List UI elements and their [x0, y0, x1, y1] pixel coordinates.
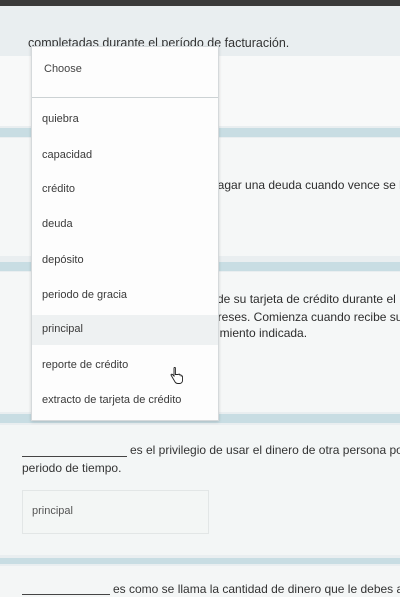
question-text-fragment: de su tarjeta de crédito durante el	[217, 292, 396, 306]
top-bar	[0, 0, 400, 6]
dropdown-option[interactable]: crédito	[32, 175, 218, 205]
dropdown-option[interactable]: quiebra	[32, 105, 218, 135]
question-text: periodo de tiempo.	[22, 461, 122, 475]
dropdown-placeholder[interactable]: Choose	[32, 47, 218, 95]
hand-pointer-icon	[170, 367, 183, 384]
question-text-fragment: ereses. Comienza cuando recibe su	[211, 310, 400, 324]
dropdown-divider	[32, 97, 218, 98]
dropdown-option[interactable]: deuda	[32, 210, 218, 240]
dropdown-option[interactable]: depósito	[32, 246, 218, 276]
question-text: es como se llama la cantidad de dinero q…	[113, 582, 400, 596]
dropdown-placeholder-label: Choose	[44, 63, 82, 75]
question-text-fragment: cimiento indicada.	[211, 326, 308, 340]
question-text-fragment: pagar una deuda cuando vence se lla	[211, 178, 400, 192]
dropdown-option-hovered[interactable]: principal	[32, 315, 218, 345]
dropdown-option[interactable]: extracto de tarjeta de crédito	[32, 386, 218, 416]
answer-select-value: principal	[32, 505, 73, 517]
answer-select[interactable]: principal	[22, 490, 209, 534]
dropdown-option[interactable]: reporte de crédito	[32, 351, 218, 381]
answer-dropdown-menu[interactable]: Choose quiebra capacidad crédito deuda d…	[31, 46, 219, 421]
answer-blank	[22, 594, 110, 595]
dropdown-option[interactable]: periodo de gracia	[32, 281, 218, 311]
answer-blank	[22, 456, 127, 457]
dropdown-option[interactable]: capacidad	[32, 141, 218, 171]
card-separator	[0, 558, 400, 564]
question-text: es el privilegio de usar el dinero de ot…	[130, 443, 400, 457]
